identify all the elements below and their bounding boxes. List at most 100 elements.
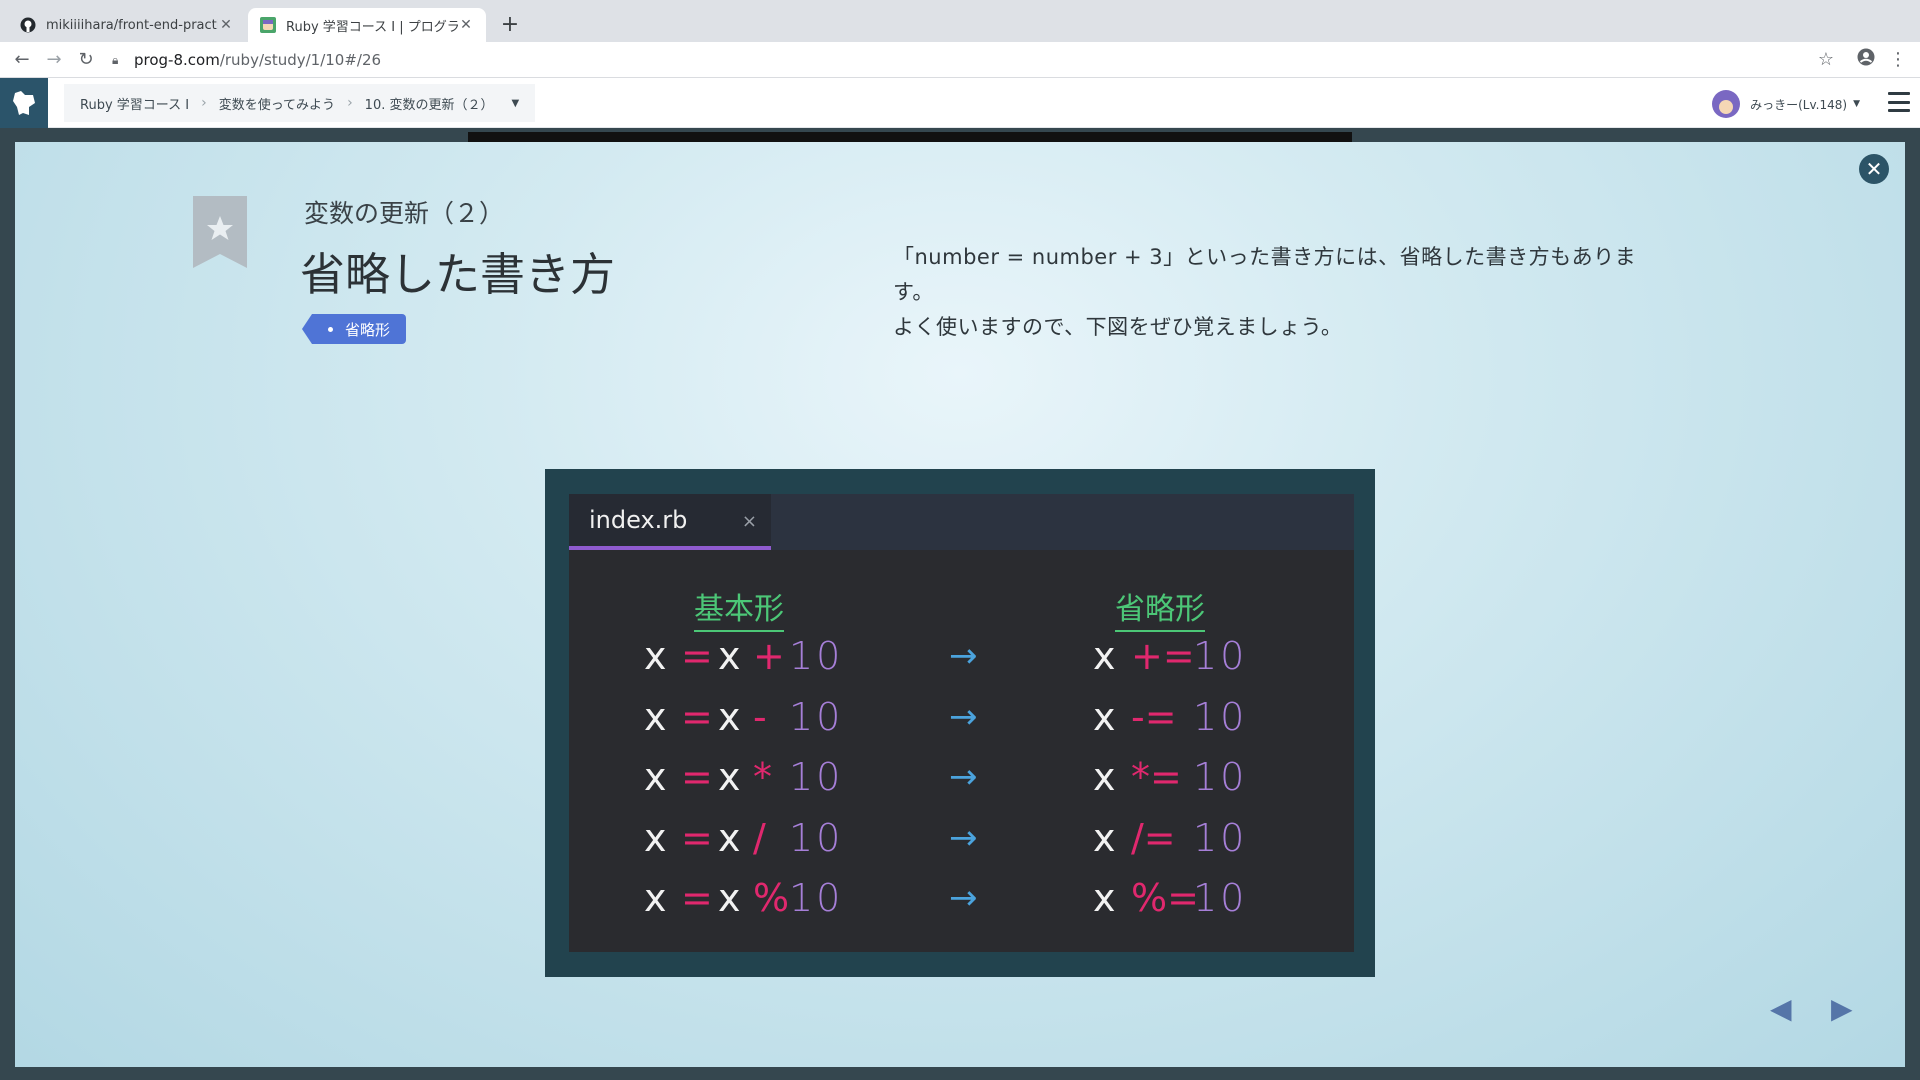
close-icon[interactable]: ✕: [1859, 154, 1889, 184]
variable-token: x: [718, 876, 741, 920]
breadcrumb: Ruby 学習コース Ⅰ › 変数を使ってみよう › 10. 変数の更新（２） …: [64, 84, 536, 122]
caret-down-icon[interactable]: ▼: [511, 98, 519, 109]
breadcrumb-chapter[interactable]: 変数を使ってみよう: [219, 94, 335, 113]
file-name: index.rb: [589, 506, 688, 534]
user-name: みっきー(Lv.148): [1750, 97, 1848, 112]
number-token: 10: [789, 815, 844, 860]
browser-tab-progate[interactable]: Ruby 学習コース I | プログラミング ✕: [248, 8, 486, 42]
variable-token: x: [1093, 755, 1116, 799]
compound-operator-token: %=: [1131, 876, 1199, 920]
operator-token: -: [753, 694, 767, 739]
lesson-title: 省略した書き方: [300, 248, 616, 301]
variable-token: x: [644, 634, 667, 678]
chevron-right-icon: ›: [201, 95, 207, 111]
browser-tab-bar: mikiiiihara/front-end-practice ✕ Ruby 学習…: [0, 0, 1920, 42]
variable-token: x: [644, 876, 667, 920]
browser-tab-github[interactable]: mikiiiihara/front-end-practice ✕: [8, 8, 246, 42]
lesson-subtitle: 変数の更新（２）: [304, 199, 505, 228]
description-line: す。: [893, 280, 934, 304]
assign-operator-token: =: [681, 634, 713, 678]
profile-icon[interactable]: [1854, 48, 1878, 72]
site-logo[interactable]: [0, 78, 48, 128]
number-token: 10: [789, 755, 844, 799]
caret-down-icon: ▼: [1853, 99, 1860, 109]
variable-token: x: [644, 755, 667, 799]
breadcrumb-lesson[interactable]: 10. 変数の更新（２）: [365, 94, 494, 113]
compound-operator-token: +=: [1131, 634, 1195, 678]
reload-icon[interactable]: ↻: [74, 48, 98, 72]
arrow-icon: →: [949, 757, 978, 797]
forward-icon[interactable]: →: [42, 48, 66, 72]
code-editor: index.rb × 基本形 省略形 x = x +10 → x += 10 x = x -10 → x -…: [569, 494, 1354, 952]
tag-dot: [328, 326, 333, 332]
variable-token: x: [1093, 634, 1116, 678]
url-host: prog-8.com: [134, 51, 220, 69]
short-form-heading: 省略形: [1115, 584, 1205, 632]
previous-slide-icon[interactable]: ◀: [1770, 992, 1792, 1025]
browser-toolbar: ← → ↻ 🔒︎ prog-8.com /ruby/study/1/10#/26…: [0, 42, 1920, 78]
compound-operator-token: -=: [1131, 694, 1177, 739]
code-row: x = x * 10 → x *= 10: [569, 755, 1354, 805]
variable-token: x: [644, 694, 667, 739]
compound-operator-token: /=: [1131, 815, 1176, 860]
progate-logo-icon: [13, 91, 35, 115]
operator-token: %: [753, 876, 790, 920]
assign-operator-token: =: [681, 815, 713, 860]
chevron-right-icon: ›: [347, 95, 353, 111]
code-window-frame: index.rb × 基本形 省略形 x = x +10 → x += 10 x = x -10 → x -…: [545, 469, 1375, 977]
description-line: よく使いますので、下図をぜひ覚えましょう。: [893, 315, 1343, 339]
tab-title: Ruby 学習コース I | プログラミング: [286, 19, 458, 35]
editor-file-tab: index.rb ×: [569, 494, 771, 550]
browser-menu-icon[interactable]: ⋮: [1886, 48, 1910, 72]
number-token: 10: [1193, 694, 1248, 739]
code-row: x = x +10 → x += 10: [569, 634, 1354, 684]
site-header: Ruby 学習コース Ⅰ › 変数を使ってみよう › 10. 変数の更新（２） …: [0, 78, 1920, 128]
number-token: 10: [1193, 876, 1248, 920]
assign-operator-token: =: [681, 755, 713, 799]
url-path: /ruby/study/1/10#/26: [219, 51, 382, 69]
tag-label: 省略形: [345, 320, 391, 339]
address-bar[interactable]: 🔒︎ prog-8.com /ruby/study/1/10#/26: [112, 45, 1782, 75]
breadcrumb-course[interactable]: Ruby 学習コース Ⅰ: [80, 94, 189, 113]
tab-title: mikiiiihara/front-end-practice: [46, 17, 218, 33]
bookmark-star-icon[interactable]: ☆: [1814, 48, 1838, 72]
bookmark-star-badge-icon[interactable]: [193, 196, 247, 268]
arrow-icon: →: [949, 878, 978, 918]
operator-token: +: [753, 634, 785, 678]
close-icon: ×: [741, 511, 757, 532]
tab-close-icon[interactable]: ✕: [458, 17, 474, 33]
number-token: 10: [1193, 815, 1248, 860]
arrow-icon: →: [949, 696, 978, 737]
topic-tag: 省略形: [301, 314, 407, 344]
variable-token: x: [1093, 694, 1116, 739]
new-tab-button[interactable]: +: [498, 12, 522, 37]
user-menu[interactable]: みっきー(Lv.148) ▼: [1712, 90, 1860, 118]
lock-icon: 🔒︎: [112, 52, 119, 67]
github-icon: [20, 17, 36, 33]
hamburger-menu-icon[interactable]: [1888, 92, 1910, 112]
number-token: 10: [789, 694, 844, 739]
avatar: [1712, 90, 1741, 118]
code-row: x = x% 10 → x %= 10: [569, 876, 1354, 926]
number-token: 10: [1193, 755, 1248, 799]
code-row: x = x/10 → x/= 10: [569, 816, 1354, 866]
variable-token: x: [1093, 815, 1116, 860]
number-token: 10: [789, 876, 844, 920]
number-token: 10: [1193, 634, 1248, 678]
arrow-icon: →: [949, 817, 978, 858]
next-slide-icon[interactable]: ▶: [1831, 992, 1853, 1025]
arrow-icon: →: [949, 636, 978, 676]
number-token: 10: [789, 634, 844, 678]
progate-favicon-icon: [260, 17, 276, 33]
variable-token: x: [718, 634, 741, 678]
tab-close-icon[interactable]: ✕: [218, 17, 234, 33]
basic-form-heading: 基本形: [694, 584, 784, 632]
code-row: x = x -10 → x -= 10: [569, 695, 1354, 745]
editor-tab-bar: index.rb ×: [569, 494, 1354, 550]
variable-token: x: [718, 694, 741, 739]
variable-token: x: [718, 815, 741, 860]
assign-operator-token: =: [681, 694, 713, 739]
back-icon[interactable]: ←: [10, 48, 34, 72]
compound-operator-token: *=: [1131, 755, 1182, 799]
operator-token: *: [753, 755, 772, 799]
